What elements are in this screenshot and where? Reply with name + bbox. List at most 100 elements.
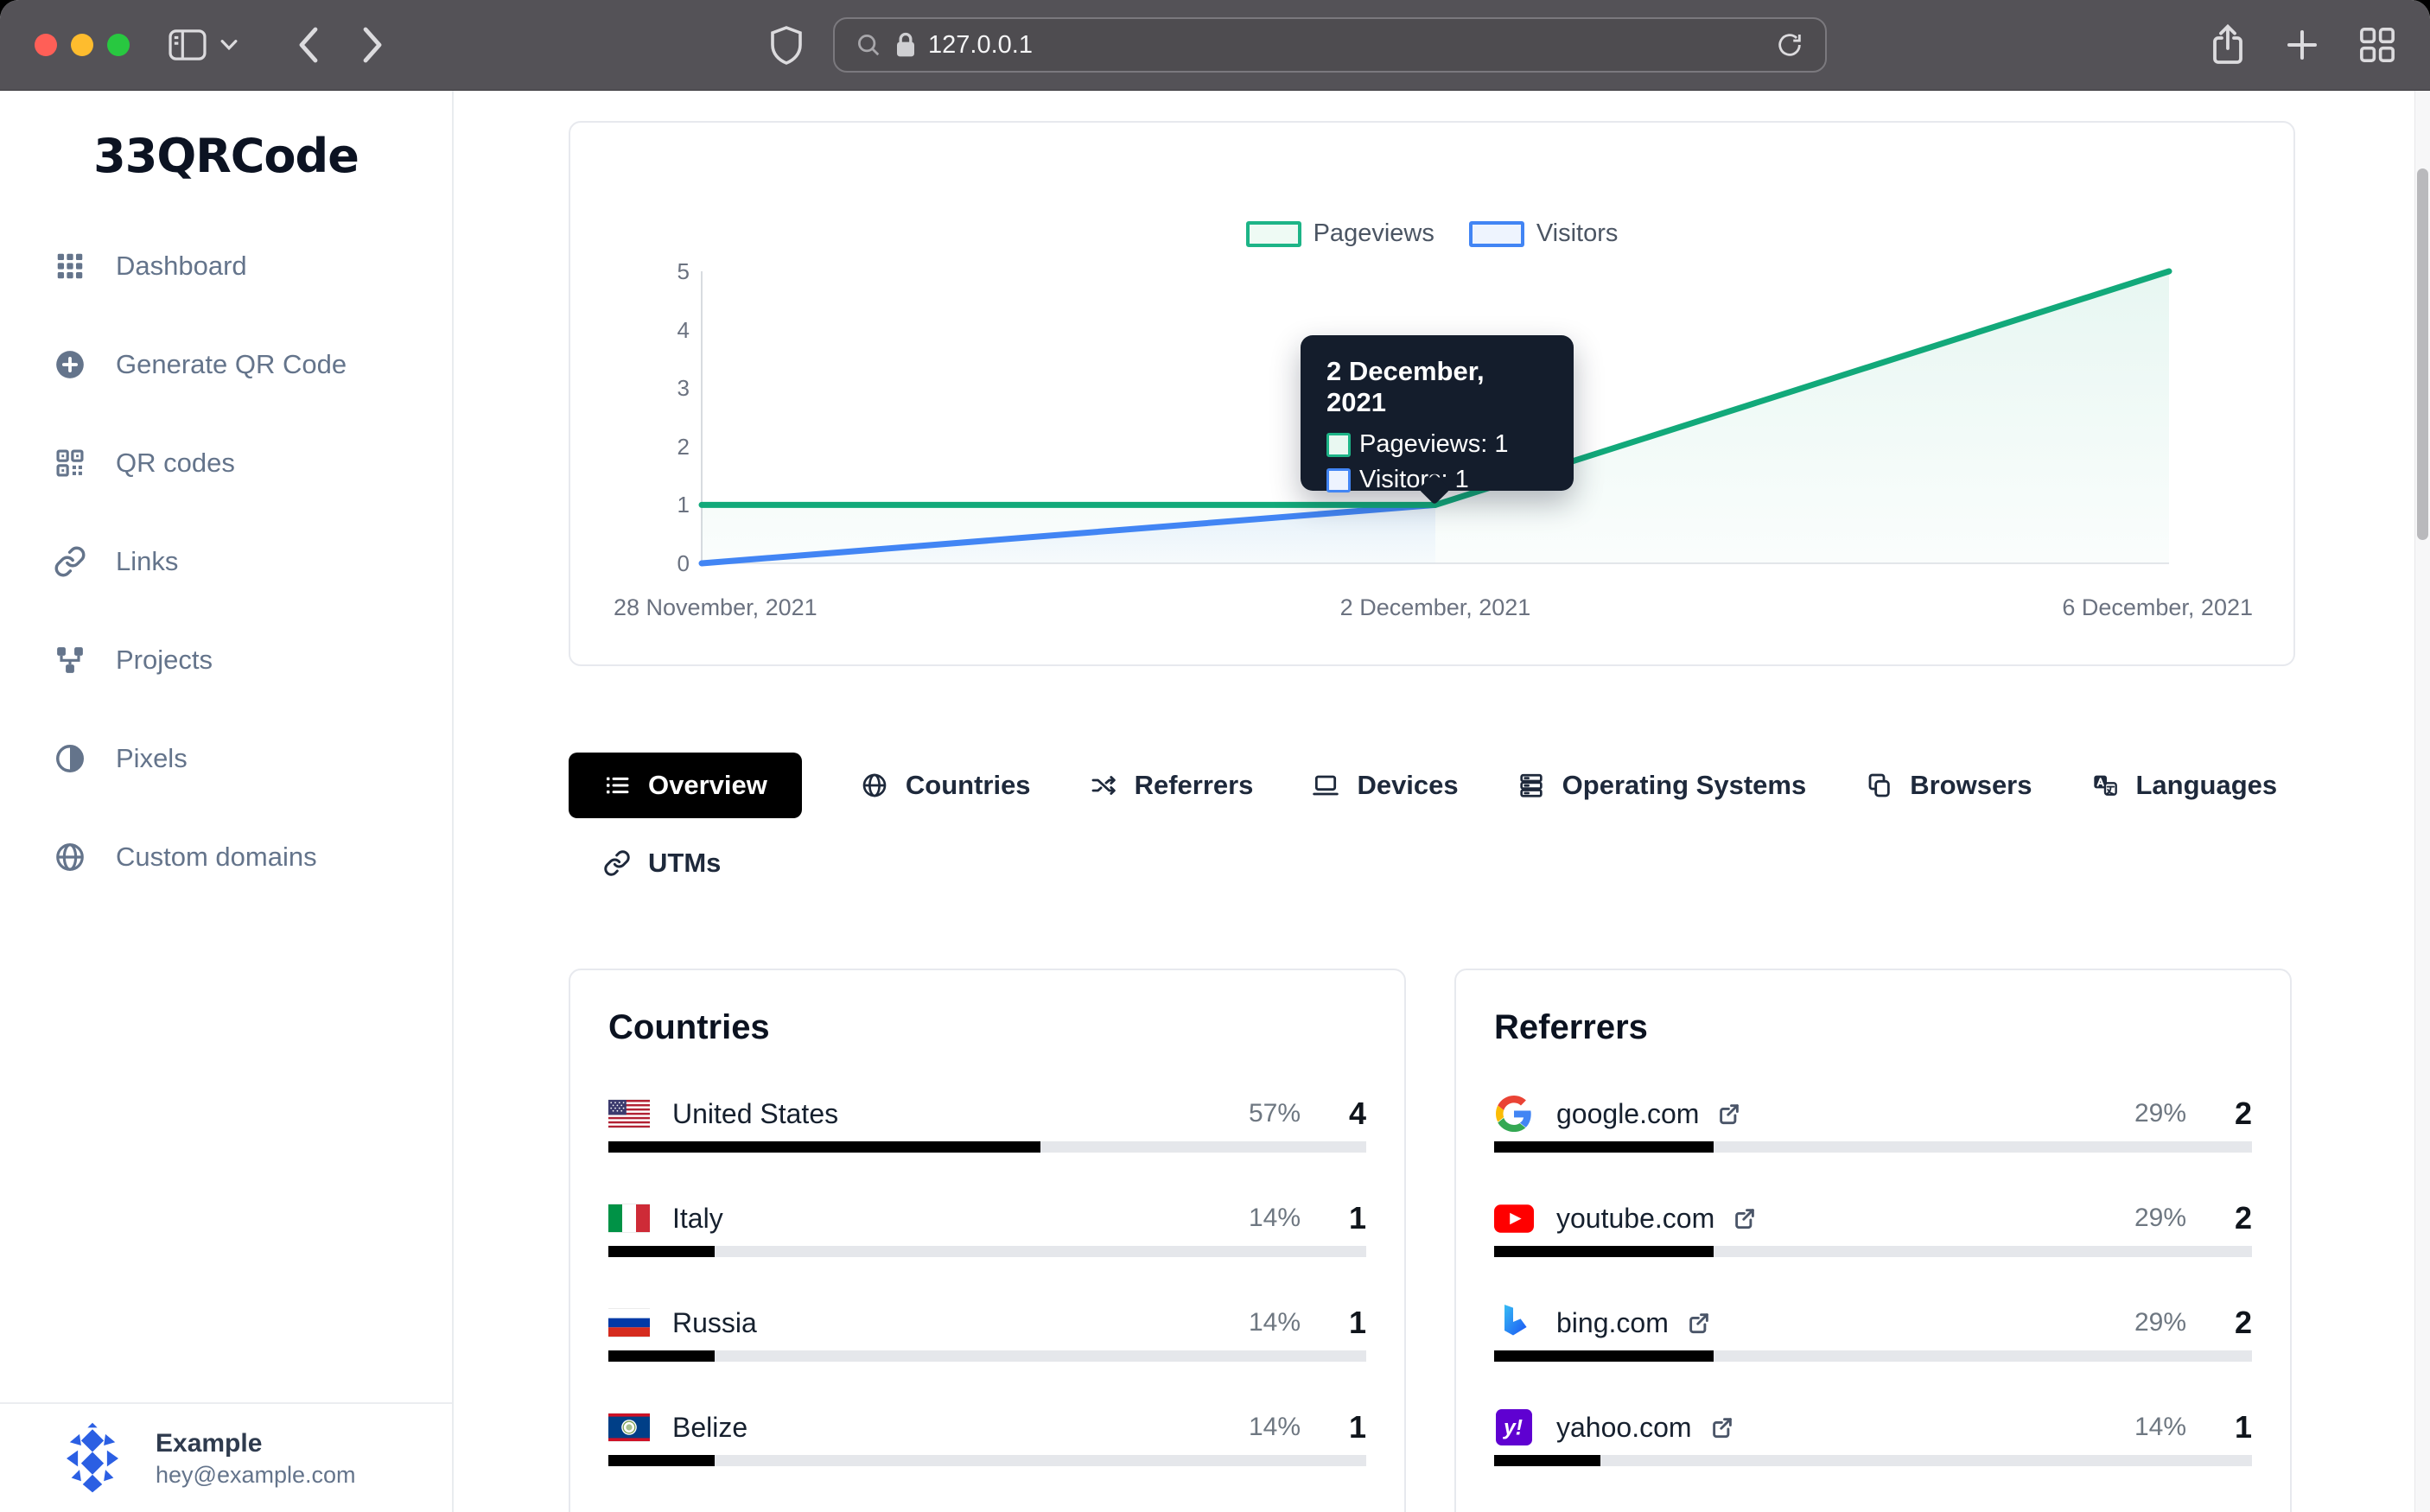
country-row: Italy 14% 1 [608,1192,1366,1257]
sidebar-item-custom-domains[interactable]: Custom domains [0,808,452,906]
sidebar-item-dashboard[interactable]: Dashboard [0,217,452,315]
sidebar-item-generate-qr-code[interactable]: Generate QR Code [0,315,452,414]
countries-title: Countries [608,1007,1366,1048]
percent-label: 57% [1249,1099,1301,1128]
country-name: Belize [672,1412,747,1444]
chart-tooltip: 2 December, 2021 Pageviews: 1 Visitors: … [1301,335,1574,491]
count-value: 1 [1318,1200,1366,1236]
zoom-window-button[interactable] [107,34,130,56]
sidebar-item-label: Generate QR Code [116,349,347,380]
svg-text:y!: y! [1502,1417,1523,1440]
count-value: 4 [1318,1096,1366,1132]
globe-icon [54,841,86,874]
external-link-icon[interactable] [1709,1414,1735,1440]
close-window-button[interactable] [35,34,57,56]
share-icon[interactable] [2211,24,2245,66]
pageviews-swatch-icon [1246,221,1301,247]
new-tab-icon[interactable] [2285,28,2319,62]
analytics-tabs: Overview Countries Referrers [569,753,2295,896]
visitors-swatch-icon [1469,221,1524,247]
russia-flag-icon [608,1308,650,1337]
scrollbar-thumb[interactable] [2417,168,2428,540]
sidebar-item-links[interactable]: Links [0,512,452,611]
tab-devices[interactable]: Devices [1312,753,1458,818]
svg-text:0: 0 [677,550,690,576]
country-row: Belize 14% 1 [608,1401,1366,1466]
tab-browsers[interactable]: Browsers [1865,753,2032,818]
percent-label: 14% [2134,1413,2186,1442]
external-link-icon[interactable] [1716,1101,1742,1127]
sidebar-item-projects[interactable]: Projects [0,611,452,709]
minimize-window-button[interactable] [71,34,93,56]
user-account[interactable]: Example hey@example.com [0,1402,452,1512]
svg-text:2: 2 [677,434,690,460]
forward-icon[interactable] [359,26,385,64]
count-value: 2 [2204,1200,2252,1236]
sidebar-item-pixels[interactable]: Pixels [0,709,452,808]
sidebar-toggle-icon[interactable] [168,29,207,61]
referrers-card: Referrers google.com 29% [1454,969,2292,1512]
belize-flag-icon [608,1413,650,1442]
country-name: Italy [672,1203,723,1235]
qr-code-icon [54,447,86,480]
svg-text:1: 1 [677,492,690,518]
legend-pageviews[interactable]: Pageviews [1246,219,1434,248]
legend-visitors[interactable]: Visitors [1469,219,1619,248]
address-bar[interactable]: 127.0.0.1 [833,17,1827,73]
svg-text:3: 3 [677,375,690,401]
percent-label: 29% [2134,1099,2186,1128]
svg-text:6 December, 2021: 6 December, 2021 [2062,594,2253,620]
lock-icon [895,32,916,58]
referrer-row: google.com 29% 2 [1494,1088,2252,1153]
progress-bar [608,1350,1366,1362]
referrer-name: bing.com [1556,1307,1669,1339]
scrollbar-track[interactable] [2414,91,2430,1512]
sidebar-item-qr-codes[interactable]: QR codes [0,414,452,512]
tab-overview[interactable]: Overview [569,753,802,818]
chart-legend: Pageviews Visitors [570,219,2293,248]
tab-countries[interactable]: Countries [861,753,1031,818]
main-content: Pageviews Visitors [454,91,2430,1512]
count-value: 2 [2204,1305,2252,1341]
tab-operating-systems[interactable]: Operating Systems [1517,753,1807,818]
back-icon[interactable] [296,26,321,64]
tab-languages[interactable]: Languages [2091,753,2278,818]
country-row: United States 57% 4 [608,1088,1366,1153]
sidebar-nav: Dashboard Generate QR Code QR codes [0,217,452,906]
half-circle-icon [54,742,86,775]
external-link-icon[interactable] [1686,1310,1712,1336]
count-value: 1 [1318,1305,1366,1341]
sidebar-item-label: QR codes [116,448,235,479]
visitors-swatch-icon [1326,468,1351,492]
referrer-name: yahoo.com [1556,1412,1692,1444]
svg-text:28 November, 2021: 28 November, 2021 [614,594,817,620]
bing-icon [1494,1303,1534,1343]
sidebar-item-label: Pixels [116,743,188,774]
list-icon [603,772,631,799]
country-name: United States [672,1098,838,1130]
tab-overview-icon[interactable] [2359,27,2395,63]
external-link-icon[interactable] [1732,1205,1758,1231]
referrer-name: google.com [1556,1098,1699,1130]
reload-icon[interactable] [1775,30,1804,60]
percent-label: 14% [1249,1204,1301,1233]
chevron-down-icon[interactable] [219,39,239,51]
sidebar: 33QRCode Dashboard Generate QR Code [0,91,454,1512]
laptop-icon [1312,772,1339,799]
traffic-chart-card: Pageviews Visitors [569,121,2295,666]
google-icon [1494,1094,1534,1134]
count-value: 1 [1318,1409,1366,1445]
yahoo-icon: y! [1494,1407,1534,1447]
svg-text:2 December, 2021: 2 December, 2021 [1340,594,1531,620]
privacy-shield-icon[interactable] [769,25,804,65]
count-value: 2 [2204,1096,2252,1132]
sidebar-item-label: Projects [116,645,213,676]
referrer-row: youtube.com 29% 2 [1494,1192,2252,1257]
tab-utms[interactable]: UTMs [603,830,721,896]
tab-referrers[interactable]: Referrers [1090,753,1254,818]
avatar [54,1420,131,1497]
tooltip-date: 2 December, 2021 [1326,356,1548,418]
svg-text:5: 5 [677,258,690,284]
plus-circle-icon [54,348,86,381]
referrers-title: Referrers [1494,1007,2252,1048]
